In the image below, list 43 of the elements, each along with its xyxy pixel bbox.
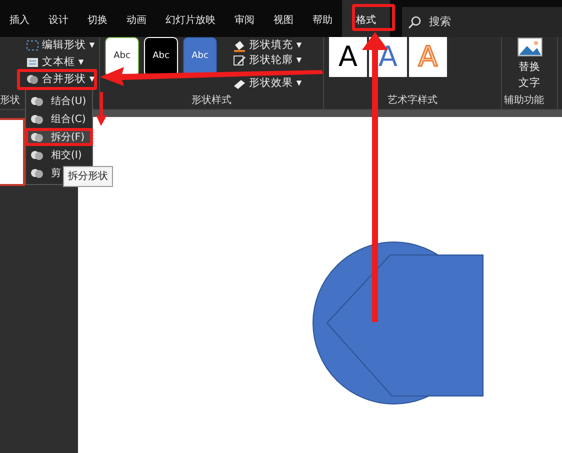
- edit-shape-icon: [26, 40, 39, 51]
- shapes-icon: [30, 168, 44, 178]
- ribbon-tab[interactable]: 视图: [264, 0, 303, 37]
- search-icon: [408, 16, 421, 28]
- ribbon-tab[interactable]: 审阅: [225, 0, 264, 37]
- ribbon-button[interactable]: 合并形状 ▾: [23, 71, 98, 88]
- tooltip: 拆分形状: [63, 166, 113, 187]
- ribbon-button[interactable]: 形状效果 ▾: [230, 76, 305, 91]
- ribbon-tab[interactable]: 动画: [117, 0, 156, 37]
- highlight-frame: [352, 4, 395, 31]
- ribbon-button[interactable]: 形状轮廓 ▾: [230, 53, 305, 68]
- menu-item[interactable]: 相交(I): [26, 146, 92, 164]
- ribbon-tab[interactable]: 幻灯片放映: [156, 0, 225, 37]
- ribbon-tab[interactable]: 设计: [39, 0, 78, 37]
- group-label: 艺术字样式: [386, 94, 438, 108]
- ribbon-tab[interactable]: 帮助: [303, 0, 342, 37]
- group-label: 形状: [0, 94, 20, 108]
- textbox-icon: [26, 57, 39, 68]
- highlight-frame: [25, 128, 93, 146]
- shapes-icon: [30, 96, 44, 106]
- ribbon-tab[interactable]: 插入: [0, 0, 39, 37]
- ribbon-button[interactable]: 文本框 ▾: [23, 54, 98, 71]
- pen-icon: [233, 54, 246, 66]
- paint-bucket-icon: [233, 40, 246, 52]
- shapes-drawing[interactable]: [312, 241, 484, 407]
- annotation-arrow: [96, 92, 108, 126]
- shapes-icon: [30, 150, 44, 160]
- shapes-icon: [30, 114, 44, 124]
- group-label: 辅助功能: [504, 94, 544, 108]
- shapes-icon: [30, 132, 44, 142]
- ribbon-button[interactable]: 形状填充 ▾: [230, 38, 305, 53]
- group-label: 形状样式: [190, 94, 232, 108]
- slide-thumbnail[interactable]: [0, 118, 25, 186]
- ribbon-button[interactable]: 编辑形状 ▾: [23, 37, 98, 54]
- alt-text-button[interactable]: 替换文字: [512, 37, 546, 93]
- image-icon: [516, 37, 542, 57]
- effects-icon: [233, 78, 246, 90]
- ribbon-tab[interactable]: 切换: [78, 0, 117, 37]
- merge-shapes-icon: [26, 74, 39, 85]
- wordart-preset[interactable]: A: [329, 37, 367, 77]
- menu-item[interactable]: 组合(C): [26, 110, 92, 128]
- menu-item[interactable]: 结合(U): [26, 92, 92, 110]
- search-field[interactable]: 搜索: [402, 7, 562, 37]
